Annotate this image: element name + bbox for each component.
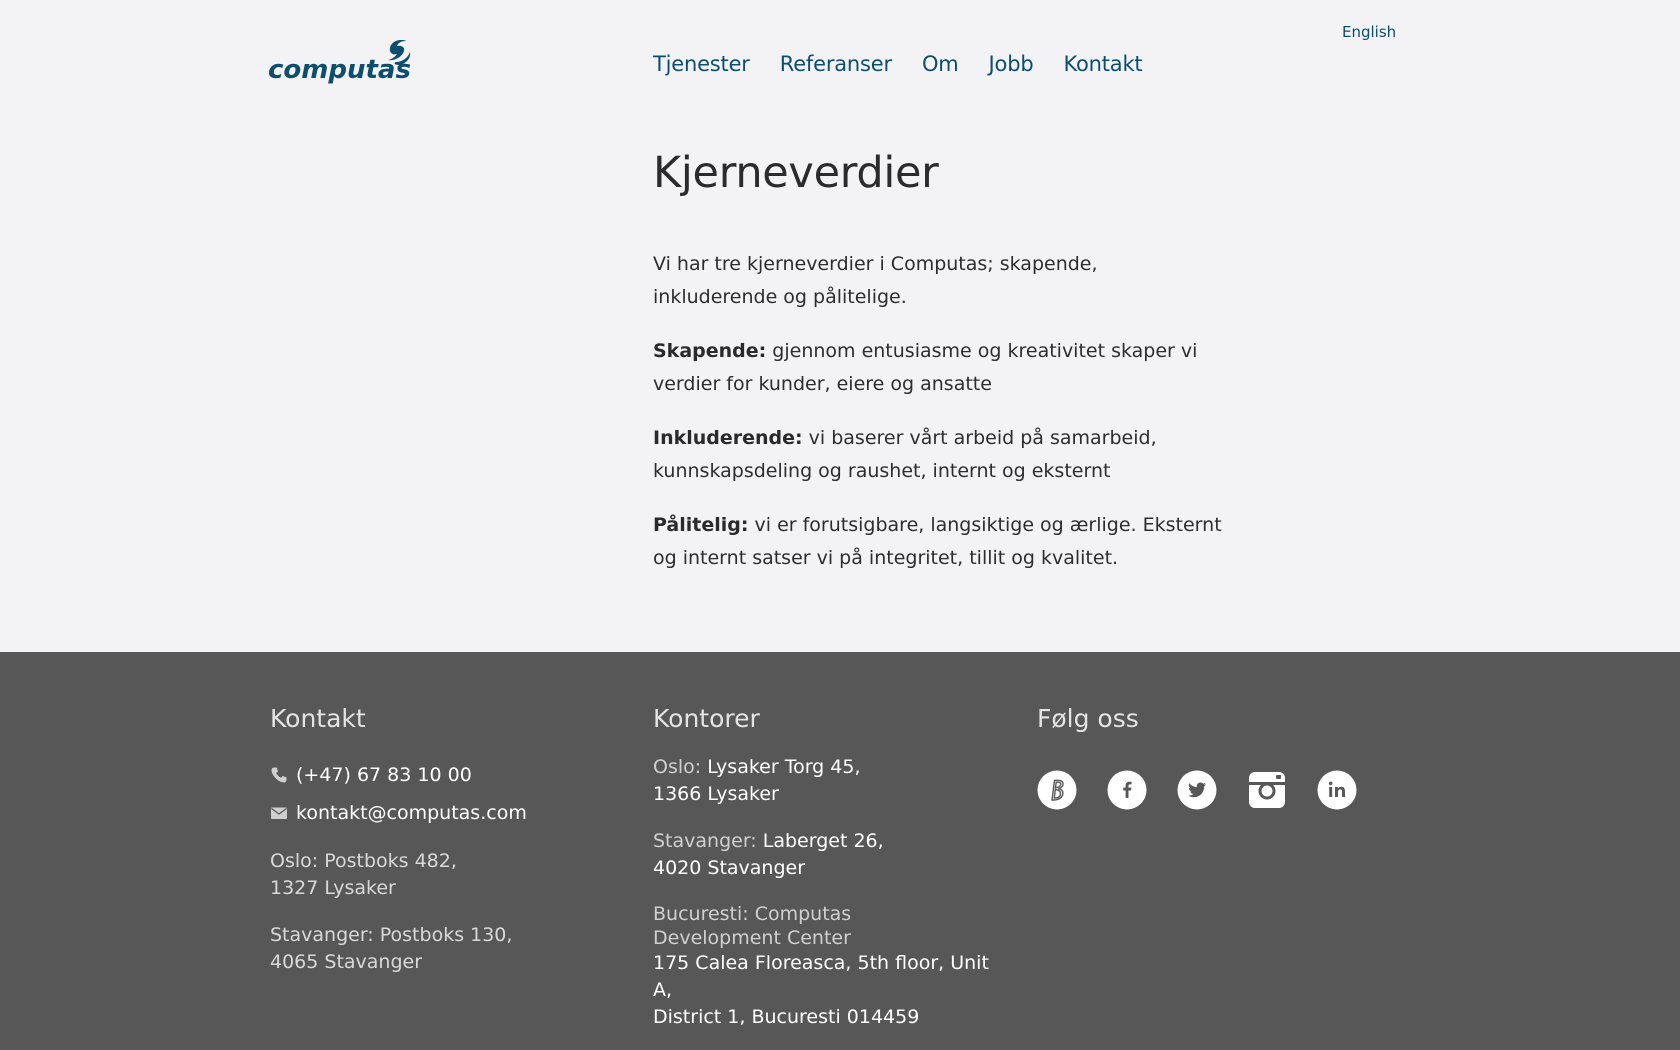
postal-address-oslo: Oslo: Postboks 482, 1327 Lysaker <box>270 848 600 902</box>
office-address-line: 175 Calea Floreasca, 5th floor, Unit A, <box>653 952 989 1001</box>
value-paragraph-skapende: Skapende: gjennom entusiasme og kreativi… <box>653 335 1223 401</box>
value-paragraph-palitelig: Pålitelig: vi er forutsigbare, langsikti… <box>653 509 1223 575</box>
linkedin-icon <box>1317 770 1357 810</box>
blog-icon <box>1037 770 1077 810</box>
nav-om[interactable]: Om <box>922 52 959 76</box>
footer: Kontakt (+47) 67 83 10 00 kontakt@comput… <box>0 652 1680 1050</box>
intro-paragraph: Vi har tre kjerneverdier i Computas; ska… <box>653 252 1098 308</box>
nav-jobb[interactable]: Jobb <box>989 52 1034 76</box>
computas-logo[interactable]: computas <box>268 38 420 88</box>
instagram-link[interactable] <box>1247 770 1287 810</box>
postal-address-stavanger: Stavanger: Postboks 130, 4065 Stavanger <box>270 922 600 976</box>
office-address-line: District 1, Bucuresti 014459 <box>653 1006 920 1028</box>
computas-logo-icon: computas <box>268 40 411 85</box>
email-address: kontakt@computas.com <box>296 802 527 824</box>
blog-link[interactable] <box>1037 770 1077 810</box>
office-city: Oslo: <box>653 756 708 778</box>
office-oslo: Oslo: Lysaker Torg 45, 1366 Lysaker <box>653 754 1013 808</box>
social-links <box>1037 770 1417 810</box>
footer-offices-heading: Kontorer <box>653 704 760 733</box>
language-switch-link[interactable]: English <box>1342 23 1396 41</box>
nav-referanser[interactable]: Referanser <box>780 52 892 76</box>
email-link[interactable]: kontakt@computas.com <box>270 800 600 826</box>
office-address-line: Lysaker Torg 45, <box>707 756 861 778</box>
address-line: 1327 Lysaker <box>270 877 396 899</box>
twitter-link[interactable] <box>1177 770 1217 810</box>
phone-link[interactable]: (+47) 67 83 10 00 <box>270 762 600 788</box>
address-line: Stavanger: Postboks 130, <box>270 924 513 946</box>
linkedin-link[interactable] <box>1317 770 1357 810</box>
logo-wordmark: computas <box>268 55 411 85</box>
twitter-icon <box>1177 770 1217 810</box>
office-address-line: 4020 Stavanger <box>653 857 806 879</box>
main-content: Kjerneverdier Vi har tre kjerneverdier i… <box>653 148 1223 596</box>
footer-offices-column: Kontorer Oslo: Lysaker Torg 45, 1366 Lys… <box>653 704 1013 1031</box>
office-address-line: Laberget 26, <box>762 830 884 852</box>
address-line: Oslo: Postboks 482, <box>270 850 457 872</box>
nav-tjenester[interactable]: Tjenester <box>653 52 750 76</box>
address-line: 4065 Stavanger <box>270 951 423 973</box>
footer-contact-heading: Kontakt <box>270 704 366 733</box>
office-address-line: 1366 Lysaker <box>653 783 779 805</box>
value-paragraph-inkluderende: Inkluderende: vi baserer vårt arbeid på … <box>653 422 1223 488</box>
nav-kontakt[interactable]: Kontakt <box>1063 52 1142 76</box>
value-label: Pålitelig: <box>653 513 749 536</box>
page-title: Kjerneverdier <box>653 148 939 198</box>
footer-social-heading: Følg oss <box>1037 704 1139 733</box>
facebook-link[interactable] <box>1107 770 1147 810</box>
envelope-icon <box>271 807 287 819</box>
main-nav: Tjenester Referanser Om Jobb Kontakt <box>653 52 1143 76</box>
value-label: Skapende: <box>653 339 767 362</box>
office-stavanger: Stavanger: Laberget 26, 4020 Stavanger <box>653 828 1013 882</box>
phone-number: (+47) 67 83 10 00 <box>296 764 472 786</box>
office-bucuresti: Bucuresti: Computas Development Center 1… <box>653 902 1013 1031</box>
value-label: Inkluderende: <box>653 426 803 449</box>
facebook-icon <box>1107 770 1147 810</box>
office-city: Bucuresti: Computas Development Center <box>653 903 852 949</box>
footer-social-column: Følg oss <box>1037 704 1417 810</box>
office-city: Stavanger: <box>653 830 763 852</box>
phone-icon <box>271 767 287 783</box>
footer-contact-column: Kontakt (+47) 67 83 10 00 kontakt@comput… <box>270 704 600 976</box>
instagram-icon <box>1249 772 1285 808</box>
page: computas Tjenester Referanser Om Jobb Ko… <box>0 0 1680 1050</box>
